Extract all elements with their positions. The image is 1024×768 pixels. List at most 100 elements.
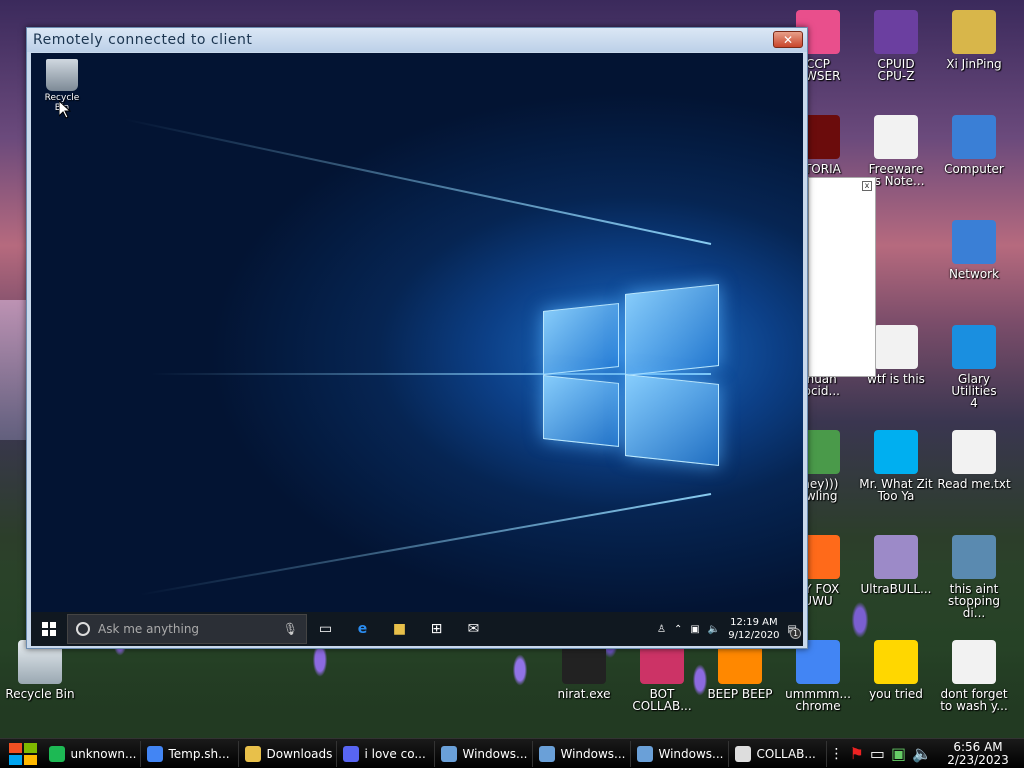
taskbar-button-label: Downloads xyxy=(266,746,333,761)
user-folder-icon xyxy=(952,10,996,54)
chevron-up-icon[interactable]: ⌃ xyxy=(674,624,682,635)
remote-search-box[interactable]: Ask me anything 🎙 xyxy=(67,614,307,644)
desktop-icon-label: dont forget to wash y... xyxy=(940,687,1008,713)
wallpaper-beam xyxy=(123,118,712,245)
desktop-icon[interactable]: Mr. What Zit Too Ya xyxy=(858,430,934,502)
remote-window-title: Remotely connected to client xyxy=(33,32,253,48)
desktop-icon[interactable]: nirat.exe xyxy=(546,640,622,700)
network-tray-icon[interactable]: ▣ xyxy=(891,744,906,763)
desktop-icon-label: BOT COLLAB... xyxy=(632,687,692,713)
flag-icon[interactable]: ⚑ xyxy=(849,744,863,763)
taskbar-spotify[interactable]: unknown... xyxy=(45,740,142,767)
readme-file-icon xyxy=(952,430,996,474)
desktop-icon-label: CPUID CPU-Z xyxy=(877,57,915,83)
remote-window-titlebar[interactable]: Remotely connected to client xyxy=(27,28,807,52)
overflow-icon[interactable]: ⋮ xyxy=(829,746,843,762)
windows-logo-pane xyxy=(543,375,619,447)
desktop-icon[interactable]: dont forget to wash y... xyxy=(936,640,1012,712)
mail-button[interactable]: ✉ xyxy=(455,612,492,646)
people-icon[interactable]: ♙ xyxy=(657,624,666,635)
store-button[interactable]: ⊞ xyxy=(418,612,455,646)
disc-icon xyxy=(874,535,918,579)
popup-close-icon[interactable]: x xyxy=(862,181,872,191)
monitor-icon[interactable]: ▭ xyxy=(870,744,885,763)
notification-badge: 1 xyxy=(790,627,801,639)
desktop-icon[interactable]: Network xyxy=(936,220,1012,280)
remote-clock[interactable]: 12:19 AM 9/12/2020 xyxy=(728,616,779,642)
cortana-icon xyxy=(76,622,90,636)
remote-clock-date: 9/12/2020 xyxy=(728,630,780,641)
desktop-icon-label: Read me.txt xyxy=(937,477,1011,491)
taskbar-windows-1[interactable]: Windows... xyxy=(437,740,534,767)
desktop-icon[interactable]: ummmm... chrome xyxy=(780,640,856,712)
remote-start-button[interactable] xyxy=(31,612,67,646)
host-clock[interactable]: 6:56 AM 2/23/2023 xyxy=(938,740,1018,767)
wallpaper-beam xyxy=(139,493,712,596)
taskbar-downloads[interactable]: Downloads xyxy=(241,740,338,767)
desktop-icon[interactable]: this aint stopping di... xyxy=(936,535,1012,619)
desktop-icon-label: nirat.exe xyxy=(557,687,611,701)
edge-button[interactable]: e xyxy=(344,612,381,646)
setup-file-icon xyxy=(952,640,996,684)
installer-icon xyxy=(952,535,996,579)
taskbar-windows-3[interactable]: Windows... xyxy=(633,740,730,767)
background-popup-window[interactable]: x xyxy=(808,177,876,377)
wtf-file-icon xyxy=(874,325,918,369)
app-icon xyxy=(735,745,752,762)
volume-icon[interactable]: 🔈 xyxy=(708,624,720,635)
desktop-icon[interactable]: CPUID CPU-Z xyxy=(858,10,934,82)
taskbar-button-label: Windows... xyxy=(658,746,724,761)
close-icon: ✕ xyxy=(782,32,794,47)
volume-icon[interactable]: 🔈 xyxy=(912,744,932,763)
app-icon xyxy=(49,745,66,762)
action-center-icon[interactable]: ▤1 xyxy=(788,624,801,639)
app-icon xyxy=(245,745,262,762)
mouse-cursor-icon xyxy=(59,101,71,119)
taskbar-windows-2[interactable]: Windows... xyxy=(535,740,632,767)
folder-icon: ■ xyxy=(392,621,407,637)
taskbar-chrome[interactable]: Temp.sh... xyxy=(143,740,240,767)
taskbar-button-label: COLLAB... xyxy=(756,746,816,761)
desktop-icon[interactable]: Xi JinPing xyxy=(936,10,1012,70)
taskbar-discord[interactable]: i love co... xyxy=(339,740,436,767)
host-clock-date: 2/23/2023 xyxy=(947,752,1009,767)
mail-icon: ✉ xyxy=(467,621,480,637)
network-tray-icon[interactable]: ▣ xyxy=(690,624,699,635)
app-icon xyxy=(539,745,556,762)
desktop-icon-label: Mr. What Zit Too Ya xyxy=(859,477,933,503)
taskbar-button-label: Windows... xyxy=(560,746,626,761)
task-view-icon: ▭ xyxy=(318,621,333,637)
desktop-icon[interactable]: BOT COLLAB... xyxy=(624,640,700,712)
desktop-icon[interactable]: you tried xyxy=(858,640,934,700)
desktop-icon-label: UltraBULL... xyxy=(860,582,932,596)
taskbar-button-label: Windows... xyxy=(462,746,528,761)
remote-window-close-button[interactable]: ✕ xyxy=(773,31,803,48)
text-file-icon xyxy=(874,115,918,159)
desktop-icon[interactable]: UltraBULL... xyxy=(858,535,934,595)
desktop-icon-label: Glary Utilities 4 xyxy=(951,372,997,410)
remote-clock-time: 12:19 AM xyxy=(730,617,778,628)
desktop-icon[interactable]: Computer xyxy=(936,115,1012,175)
recycle-bin-icon xyxy=(46,59,78,91)
store-icon: ⊞ xyxy=(430,621,443,637)
host-recycle-bin[interactable]: Recycle Bin xyxy=(2,640,78,700)
taskbar-button-label: i love co... xyxy=(364,746,426,761)
microphone-icon[interactable]: 🎙 xyxy=(283,622,298,636)
file-explorer-button[interactable]: ■ xyxy=(381,612,418,646)
host-start-button[interactable] xyxy=(0,739,45,768)
remote-system-tray: ♙ ⌃ ▣ 🔈 12:19 AM 9/12/2020 ▤1 xyxy=(657,616,803,642)
taskbar-button-label: unknown... xyxy=(70,746,137,761)
task-view-button[interactable]: ▭ xyxy=(307,612,344,646)
taskbar-collab[interactable]: COLLAB... xyxy=(731,740,828,767)
remote-desktop-window[interactable]: Remotely connected to client ✕ Recycle B… xyxy=(26,27,808,649)
host-taskbar: unknown... Temp.sh... Downloads i love co..… xyxy=(0,738,1024,768)
desktop-icon[interactable]: Read me.txt xyxy=(936,430,1012,490)
desktop-icon[interactable]: BEEP BEEP xyxy=(702,640,778,700)
skype-icon xyxy=(874,430,918,474)
remote-search-placeholder: Ask me anything xyxy=(98,622,200,636)
app-icon xyxy=(147,745,164,762)
host-recycle-bin-label: Recycle Bin xyxy=(5,687,75,701)
remote-screen[interactable]: Recycle Bin Ask me anything 🎙 ▭ e ■ ⊞ xyxy=(31,53,803,646)
edge-icon: e xyxy=(357,621,368,637)
desktop-icon[interactable]: Glary Utilities 4 xyxy=(936,325,1012,409)
